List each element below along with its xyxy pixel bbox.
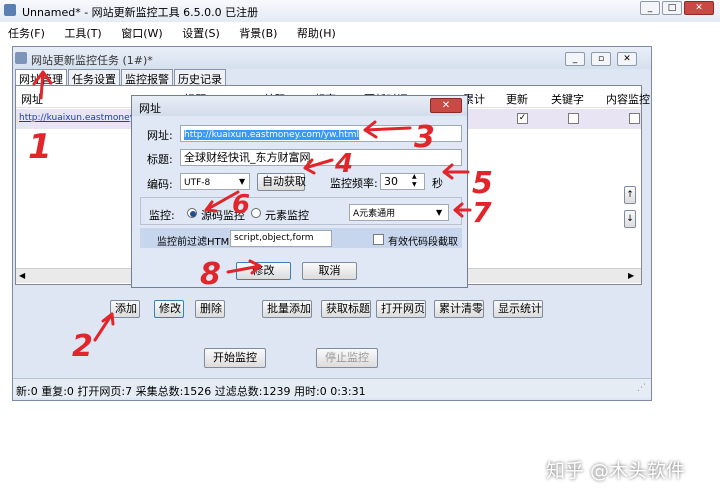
annotation-label-3: 3 xyxy=(414,120,435,155)
annotation-label-2: 2 xyxy=(72,329,93,364)
annotation-arrow-7 xyxy=(453,202,472,218)
annotation-arrow-1 xyxy=(32,70,53,100)
annotation-label-1: 1 xyxy=(28,127,52,167)
annotation-label-8: 8 xyxy=(200,257,221,292)
annotation-label-6: 6 xyxy=(232,190,250,220)
annotation-label-4: 4 xyxy=(334,149,353,179)
annotation-arrow-3 xyxy=(363,120,412,139)
annotation-label-7: 7 xyxy=(472,196,492,229)
watermark: 知乎 @木头软件 xyxy=(546,460,686,482)
annotation-overlay: 1 2 3 4 5 6 7 8 xyxy=(28,70,493,364)
annotation-arrow-2 xyxy=(93,312,115,342)
annotation-arrow-4 xyxy=(303,158,334,175)
annotation-arrow-5 xyxy=(442,163,470,180)
annotation-arrow-8 xyxy=(226,259,262,275)
